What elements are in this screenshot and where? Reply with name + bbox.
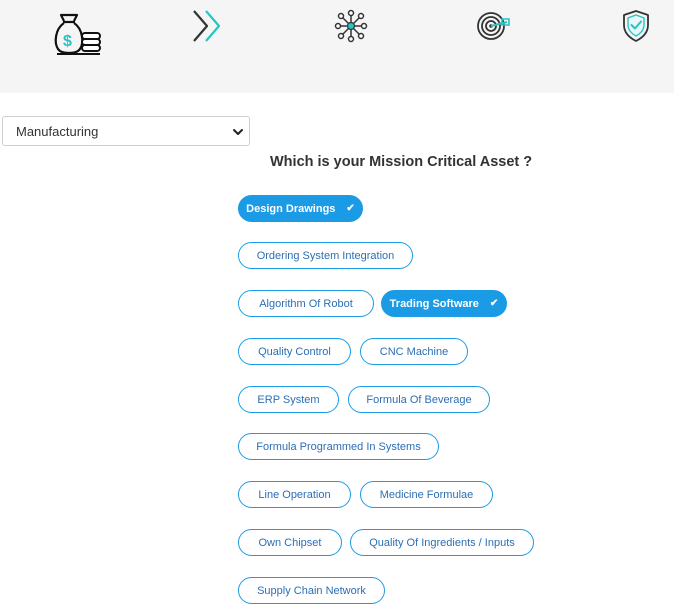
asset-chip-ordering-system-integration[interactable]: Ordering System Integration [238, 242, 413, 269]
asset-chip-quality-of-ingredients-inputs[interactable]: Quality Of Ingredients / Inputs [350, 529, 534, 556]
asset-chip-formula-programmed-in-systems[interactable]: Formula Programmed In Systems [238, 433, 439, 460]
asset-chip-line-operation[interactable]: Line Operation [238, 481, 351, 508]
asset-chip-cnc-machine[interactable]: CNC Machine [360, 338, 468, 365]
asset-chip-label: Ordering System Integration [256, 249, 395, 262]
asset-chip-trading-software[interactable]: Trading Software ✔ [381, 290, 507, 317]
double-chevron-right-icon[interactable] [190, 8, 226, 44]
asset-chip-label: Quality Control [258, 345, 331, 358]
industry-select-value: Manufacturing [16, 123, 99, 139]
asset-chip-label: Algorithm Of Robot [259, 297, 353, 310]
asset-chip-own-chipset[interactable]: Own Chipset [238, 529, 342, 556]
industry-select[interactable]: Manufacturing [2, 116, 250, 146]
chevron-down-icon [233, 129, 243, 135]
asset-chip-supply-chain-network[interactable]: Supply Chain Network [238, 577, 385, 604]
asset-chip-quality-control[interactable]: Quality Control [238, 338, 351, 365]
asset-chip-label: Quality Of Ingredients / Inputs [369, 536, 515, 549]
asset-chip-erp-system[interactable]: ERP System [238, 386, 339, 413]
svg-text:$: $ [63, 33, 72, 50]
asset-chip-label: Formula Programmed In Systems [256, 440, 421, 453]
asset-chip-label: Medicine Formulae [379, 488, 474, 501]
question-heading: Which is your Mission Critical Asset ? [270, 154, 533, 170]
shield-check-icon[interactable] [622, 9, 650, 43]
asset-chip-label: Design Drawings [246, 202, 336, 215]
money-bag-icon[interactable]: $ [52, 13, 104, 57]
asset-chip-algorithm-of-robot[interactable]: Algorithm Of Robot [238, 290, 374, 317]
asset-chip-label: Formula Of Beverage [366, 393, 472, 406]
asset-chip-label: ERP System [257, 393, 320, 406]
asset-chip-medicine-formulae[interactable]: Medicine Formulae [360, 481, 493, 508]
checkmark-icon: ✔ [489, 297, 499, 309]
checkmark-icon: ✔ [346, 202, 355, 214]
asset-chip-formula-of-beverage[interactable]: Formula Of Beverage [348, 386, 490, 413]
step-icon-bar: $ [0, 0, 674, 93]
target-icon[interactable] [476, 10, 510, 42]
network-hub-icon[interactable] [334, 9, 368, 43]
asset-chip-design-drawings[interactable]: Design Drawings ✔ [238, 195, 363, 222]
asset-chip-label: Own Chipset [258, 536, 322, 549]
asset-chip-label: CNC Machine [379, 345, 449, 358]
asset-chip-label: Supply Chain Network [257, 584, 366, 597]
asset-chip-label: Trading Software [389, 297, 479, 310]
asset-chip-label: Line Operation [258, 488, 331, 501]
